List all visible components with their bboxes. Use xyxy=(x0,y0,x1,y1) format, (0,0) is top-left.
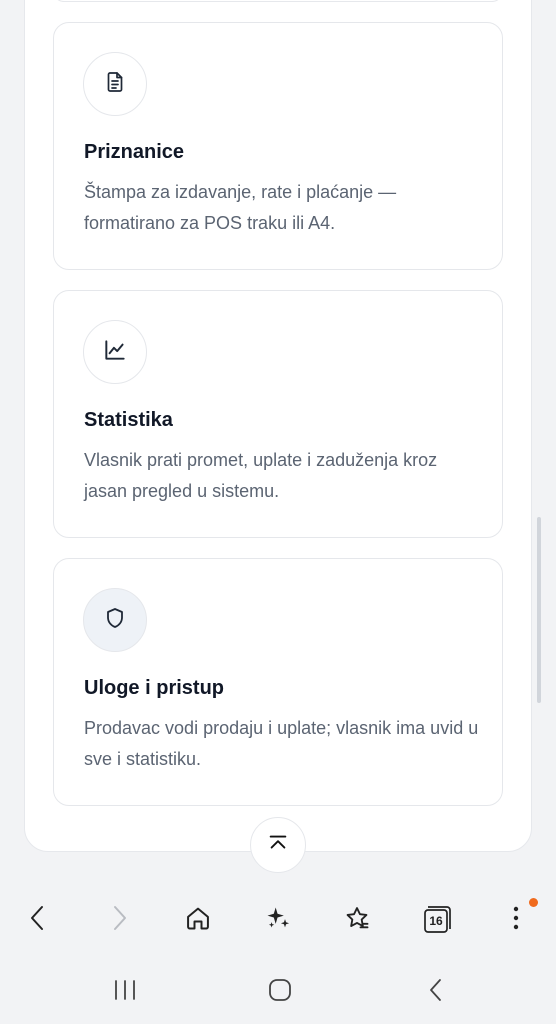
forward-button[interactable] xyxy=(99,900,139,940)
home-icon xyxy=(184,904,212,937)
star-bookmark-icon xyxy=(343,904,371,937)
feature-icon-badge xyxy=(83,588,147,652)
chevron-left-icon xyxy=(26,904,50,937)
scroll-to-top-button[interactable] xyxy=(250,817,306,873)
vertical-ellipsis-icon xyxy=(511,904,521,937)
feature-card-statistics: Statistika Vlasnik prati promet, uplate … xyxy=(53,290,503,538)
recent-apps-icon xyxy=(112,978,138,1007)
back-button[interactable] xyxy=(18,900,58,940)
page-scrollbar[interactable] xyxy=(537,517,541,703)
line-chart-icon xyxy=(102,337,128,368)
browser-toolbar: 16 xyxy=(0,880,556,960)
back-chevron-icon xyxy=(426,977,446,1008)
feature-description: Vlasnik prati promet, uplate i zaduženja… xyxy=(84,450,438,501)
previous-card-edge xyxy=(53,0,503,2)
notification-dot xyxy=(529,898,538,907)
tabs-count: 16 xyxy=(429,914,443,928)
feature-card-roles-access: Uloge i pristup Prodavac vodi prodaju i … xyxy=(53,558,503,806)
system-navigation-bar xyxy=(0,960,556,1024)
home-nav-button[interactable] xyxy=(260,972,300,1012)
feature-icon-badge xyxy=(83,52,147,116)
feature-icon-badge xyxy=(83,320,147,384)
bookmarks-button[interactable] xyxy=(337,900,377,940)
feature-title: Priznanice xyxy=(84,141,185,163)
back-nav-button[interactable] xyxy=(416,972,456,1012)
home-button[interactable] xyxy=(178,900,218,940)
shield-icon xyxy=(103,606,127,635)
feature-description: Štampa za izdavanje, rate i plaćanje — f… xyxy=(84,182,397,233)
feature-title: Statistika xyxy=(84,409,173,431)
feature-title: Uloge i pristup xyxy=(84,677,224,699)
chevron-right-icon xyxy=(107,904,131,937)
chevron-up-to-top-icon xyxy=(267,832,289,859)
document-icon xyxy=(103,70,127,99)
feature-card-receipts: Priznanice Štampa za izdavanje, rate i p… xyxy=(53,22,503,270)
recent-apps-button[interactable] xyxy=(105,972,145,1012)
sparkles-icon xyxy=(264,904,292,937)
tabs-button[interactable]: 16 xyxy=(416,900,456,940)
feature-description: Prodavac vodi prodaju i uplate; vlasnik … xyxy=(84,718,479,769)
assistant-button[interactable] xyxy=(258,900,298,940)
home-square-icon xyxy=(267,977,293,1008)
